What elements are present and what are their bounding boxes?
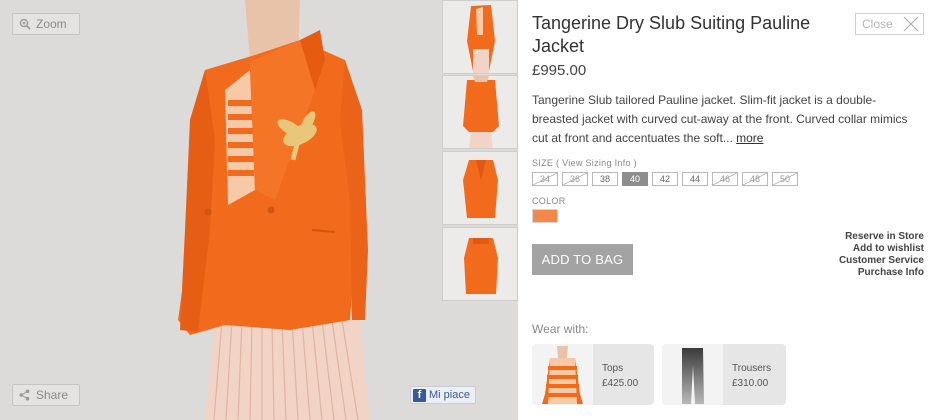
magnifier-icon [19,18,31,30]
color-swatch-tangerine[interactable] [532,209,558,223]
tops-price: £425.00 [602,378,639,389]
reserve-in-store-link[interactable]: Reserve in Store [839,231,924,243]
trousers-image [662,344,723,405]
size-options: 34 36 38 40 42 44 46 48 50 [532,172,798,186]
zoom-button[interactable]: Zoom [12,13,80,35]
size-label-text: SIZE [532,158,554,168]
tops-text: Tops £425.00 [602,361,638,391]
size-option-46: 46 [712,172,738,186]
size-option-38[interactable]: 38 [592,172,618,186]
share-icon [19,389,30,401]
size-option-50: 50 [772,172,798,186]
description-text: Tangerine Slub tailored Pauline jacket. … [532,93,908,145]
trousers-text: Trousers £310.00 [732,361,771,391]
thumbnail-strip [442,0,518,302]
more-link[interactable]: more [736,131,763,145]
trousers-price: £310.00 [732,378,769,389]
purchase-info-link[interactable]: Purchase Info [839,267,924,279]
wear-with-label: Wear with: [532,322,589,336]
add-to-wishlist-link[interactable]: Add to wishlist [839,243,924,255]
size-option-36: 36 [562,172,588,186]
product-title: Tangerine Dry Slub Suiting Pauline Jacke… [532,13,811,56]
size-option-48: 48 [742,172,768,186]
sizing-info-link[interactable]: ( View Sizing Info ) [556,158,637,168]
product-image-viewer: Zoom Share f Mi piace [0,0,518,420]
size-option-44[interactable]: 44 [682,172,708,186]
close-icon [903,16,919,32]
close-label: Close [862,17,893,31]
thumbnail-image [463,76,499,148]
customer-service-link[interactable]: Customer Service [839,255,924,267]
facebook-like-button[interactable]: f Mi piace [410,386,476,404]
product-price: £995.00 [532,62,587,79]
tops-category: Tops [602,363,624,374]
thumbnail-4[interactable] [442,227,518,301]
tops-image [532,344,593,405]
size-label: SIZE ( View Sizing Info ) [532,158,637,168]
product-info-panel: Tangerine Dry Slub Suiting Pauline Jacke… [532,0,937,420]
share-label: Share [36,388,69,402]
product-description: Tangerine Slub tailored Pauline jacket. … [532,91,917,148]
size-option-40[interactable]: 40 [622,172,648,186]
service-links: Reserve in Store Add to wishlist Custome… [839,231,924,279]
wear-with-trousers[interactable]: Trousers £310.00 [662,344,786,405]
share-button[interactable]: Share [12,384,80,406]
facebook-icon: f [413,388,426,402]
thumbnail-image [464,238,498,294]
thumbnail-image [467,5,495,73]
main-product-photo [0,0,440,420]
thumbnail-3[interactable] [442,151,518,225]
wear-with-tops[interactable]: Tops £425.00 [532,344,654,405]
size-option-42[interactable]: 42 [652,172,678,186]
zoom-label: Zoom [36,17,67,31]
thumbnail-image [463,160,498,218]
trousers-category: Trousers [732,363,772,374]
close-button[interactable]: Close [855,13,924,35]
thumbnail-1[interactable] [442,0,518,74]
thumbnail-2[interactable] [442,75,518,149]
facebook-like-label: Mi piace [429,389,470,401]
color-label: COLOR [532,196,566,206]
size-option-34: 34 [532,172,558,186]
add-to-bag-button[interactable]: ADD TO BAG [532,244,633,275]
